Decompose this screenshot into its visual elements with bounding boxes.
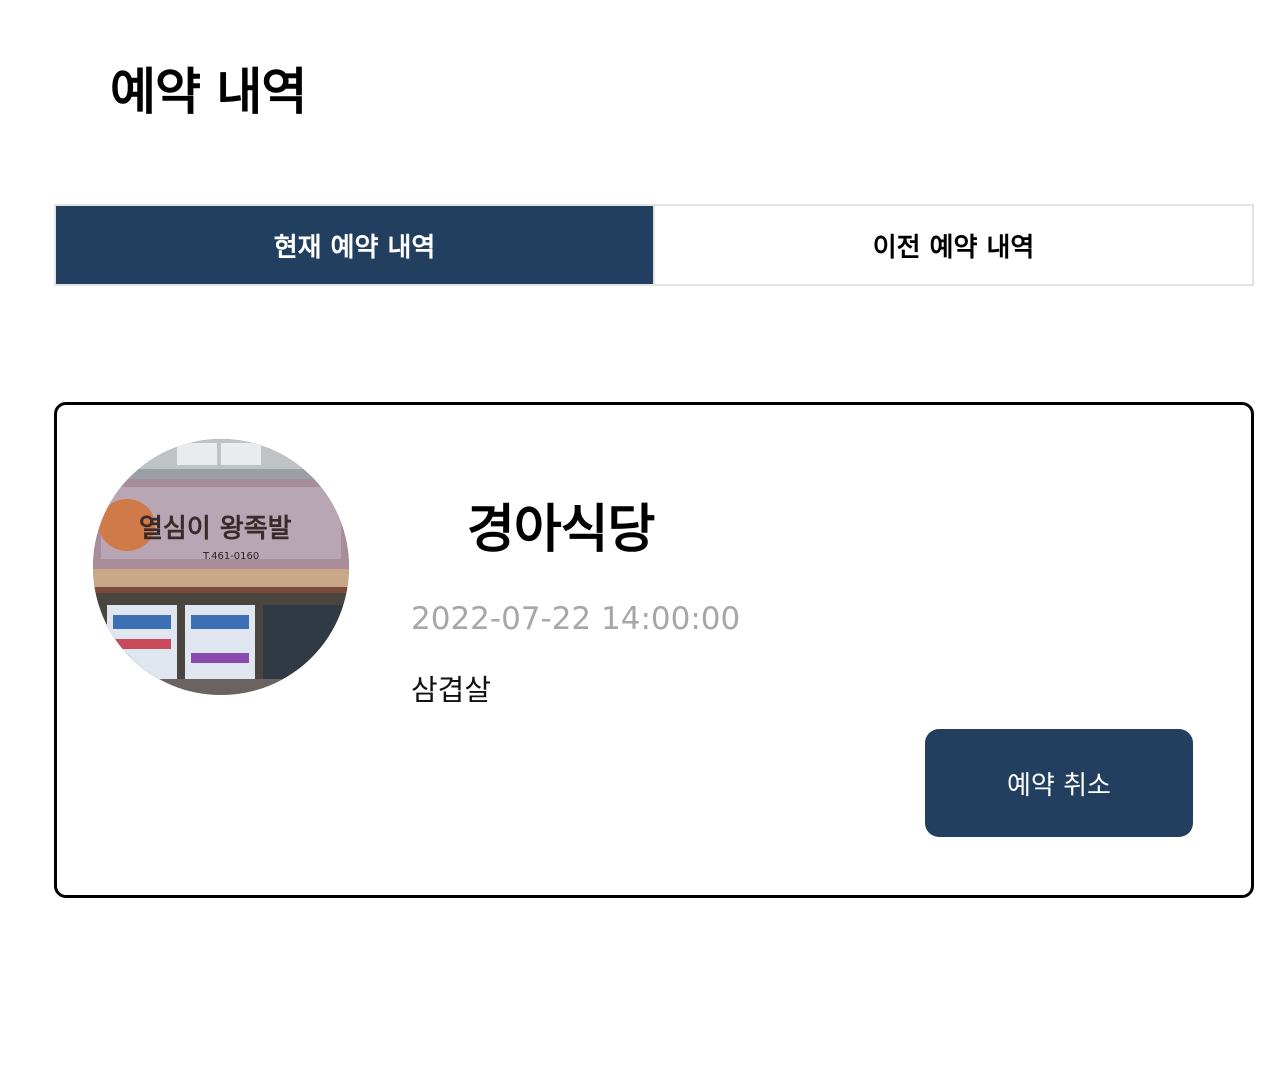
page-title: 예약 내역 xyxy=(110,63,307,121)
restaurant-storefront-image: 열심이 왕족발 T.461-0160 xyxy=(93,439,349,695)
reservation-history-page: 예약 내역 현재 예약 내역 이전 예약 내역 열심이 왕족발 T.461-01… xyxy=(0,0,1286,1092)
tab-past-reservations[interactable]: 이전 예약 내역 xyxy=(653,206,1252,284)
sign-text: 열심이 왕족발 xyxy=(139,514,292,544)
cancel-reservation-button[interactable]: 예약 취소 xyxy=(925,729,1193,837)
reservation-datetime: 2022-07-22 14:00:00 xyxy=(411,601,741,637)
sign-phone: T.461-0160 xyxy=(202,551,259,562)
restaurant-name: 경아식당 xyxy=(467,500,655,560)
tab-current-reservations[interactable]: 현재 예약 내역 xyxy=(56,206,653,284)
restaurant-photo: 열심이 왕족발 T.461-0160 xyxy=(93,439,349,695)
reservation-menu: 삼겹살 xyxy=(411,673,492,707)
reservation-card: 열심이 왕족발 T.461-0160 경아식당 2022-07-22 14:00… xyxy=(54,402,1254,898)
reservation-tabs: 현재 예약 내역 이전 예약 내역 xyxy=(54,204,1254,286)
